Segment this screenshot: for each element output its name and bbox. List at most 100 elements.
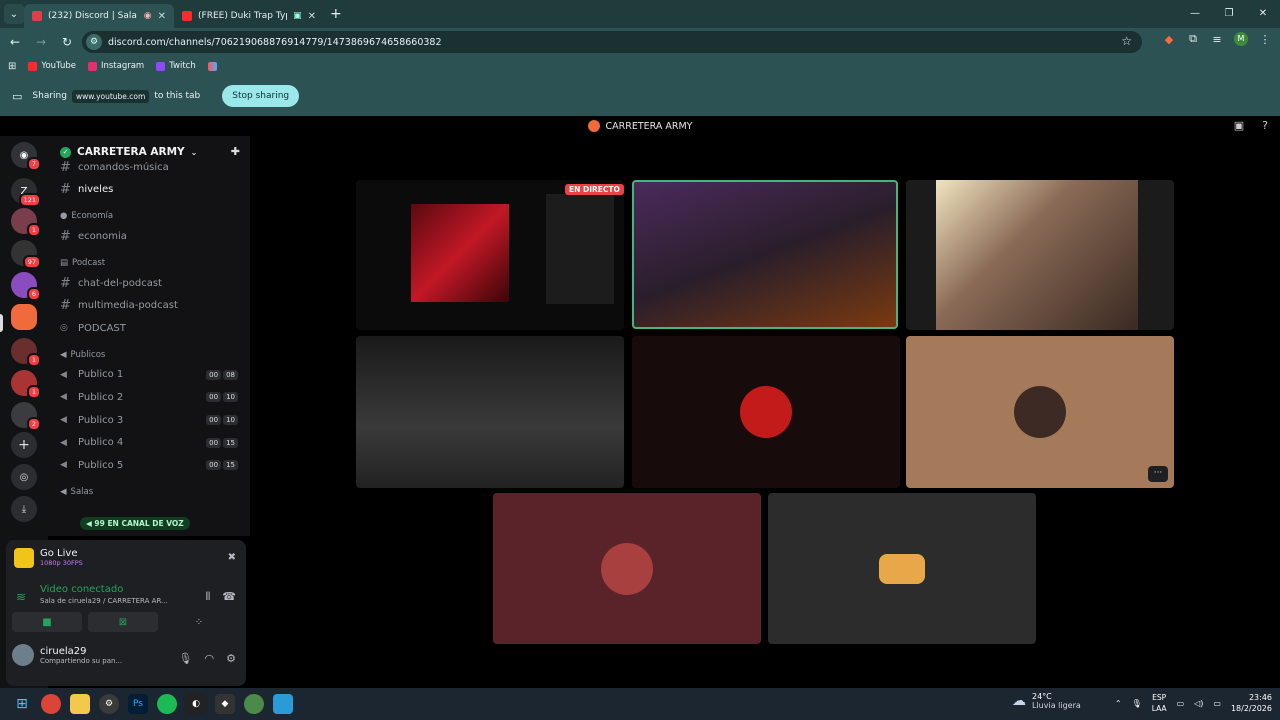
category-salas[interactable]: ◀ Salas xyxy=(48,477,250,501)
discover-icon[interactable]: ◎ xyxy=(11,464,37,490)
tab-search-icon[interactable]: ⌄ xyxy=(4,4,24,24)
back-icon[interactable]: ← xyxy=(4,35,26,49)
voice-channel-item[interactable]: ◀ Publico 3 00 10 xyxy=(48,409,250,432)
video-tile-avatar[interactable] xyxy=(632,336,900,488)
video-tile-avatar[interactable]: ··· xyxy=(906,336,1174,488)
camera-button[interactable]: ■ xyxy=(12,612,82,632)
close-tab-icon[interactable]: ✕ xyxy=(308,11,316,22)
tab-youtube[interactable]: (FREE) Duki Trap Type Beat ▣ ✕ xyxy=(174,4,324,28)
photoshop-icon[interactable]: Ps xyxy=(128,694,148,714)
bookmark-star-icon[interactable]: ☆ xyxy=(1121,34,1132,48)
bookmark-label: Twitch xyxy=(169,61,196,71)
voice-activity-chip[interactable]: ◀ 99 EN CANAL DE VOZ xyxy=(80,517,190,530)
server-icon[interactable]: 6 xyxy=(11,272,41,301)
voice-channel-item[interactable]: ◀ Publico 5 00 15 xyxy=(48,454,250,477)
more-options-icon[interactable]: ··· xyxy=(1148,466,1168,482)
new-tab-icon[interactable]: + xyxy=(330,6,342,22)
category-podcast[interactable]: ▤ Podcast xyxy=(48,248,250,272)
user-controls: 🎙 ◠ ⚙ xyxy=(179,652,236,665)
omnibox[interactable]: ⚙ discord.com/channels/70621906887691477… xyxy=(82,31,1142,53)
video-tile-speaking[interactable] xyxy=(632,180,898,329)
channel-item[interactable]: # niveles xyxy=(48,179,250,202)
extension-icon[interactable]: ◆ xyxy=(1162,33,1176,46)
chrome-icon[interactable] xyxy=(41,694,61,714)
video-tile[interactable] xyxy=(356,336,624,488)
bookmark-instagram[interactable]: Instagram xyxy=(87,61,145,71)
volume-icon[interactable]: ◁) xyxy=(1194,699,1203,708)
minimize-icon[interactable]: — xyxy=(1178,0,1212,28)
activities-button[interactable]: ⁘ xyxy=(164,612,234,632)
inbox-icon[interactable]: ▣ xyxy=(1234,119,1244,132)
signal-icon[interactable]: ≋ xyxy=(16,590,26,604)
app-icon[interactable]: ◆ xyxy=(215,694,235,714)
download-icon[interactable]: ⤓ xyxy=(11,496,37,522)
file-explorer-icon[interactable] xyxy=(70,694,90,714)
puzzle-icon[interactable]: ⧉ xyxy=(1186,32,1200,46)
discord-home-icon[interactable]: ◉ 7 xyxy=(11,142,41,171)
notepad-icon[interactable] xyxy=(273,694,293,714)
category-economia[interactable]: ● Economía xyxy=(48,201,250,225)
voice-channel-item[interactable]: ◀ Publico 1 00 08 xyxy=(48,364,250,387)
app-icon[interactable]: ⚙ xyxy=(99,694,119,714)
url-text[interactable]: discord.com/channels/706219068876914779/… xyxy=(108,37,442,48)
language-indicator[interactable]: ESP LAA xyxy=(1152,692,1167,714)
server-icon[interactable]: 1 xyxy=(11,208,41,237)
video-tile[interactable] xyxy=(906,180,1174,330)
server-icon[interactable]: 1 xyxy=(11,370,41,399)
stop-stream-icon[interactable]: ✖ xyxy=(228,552,236,563)
add-server-icon[interactable]: + xyxy=(11,432,37,458)
battery-icon[interactable]: ▭ xyxy=(1213,699,1221,708)
windows-start-icon[interactable]: ⊞ xyxy=(12,694,32,714)
capcut-icon[interactable]: ◐ xyxy=(186,694,206,714)
media-icon[interactable]: ≡ xyxy=(1210,33,1224,46)
video-tile-avatar[interactable] xyxy=(493,493,761,644)
disconnect-icon[interactable]: ☎ xyxy=(222,590,236,604)
channel-item[interactable]: # chat-del-podcast xyxy=(48,272,250,295)
voice-channel-item[interactable]: ◀ Publico 4 00 15 xyxy=(48,431,250,454)
server-icon[interactable]: 2 xyxy=(11,402,41,431)
reload-icon[interactable]: ↻ xyxy=(56,35,78,49)
weather-widget[interactable]: ☁ 24°C Lluvia ligera xyxy=(1012,692,1081,710)
server-icon-active[interactable] xyxy=(11,304,37,330)
bookmark-label: Instagram xyxy=(100,61,145,71)
settings-gear-icon[interactable]: ⚙ xyxy=(226,652,236,665)
microphone-icon[interactable]: 🎙 xyxy=(1132,699,1142,708)
channel-item[interactable]: # multimedia-podcast xyxy=(48,294,250,317)
headphones-icon[interactable]: ◠ xyxy=(205,652,215,665)
server-icon[interactable]: 1 xyxy=(11,338,41,367)
voice-channel-item[interactable]: ◀ Publico 2 00 10 xyxy=(48,386,250,409)
noise-suppression-icon[interactable]: ⦀ xyxy=(205,590,210,604)
chevron-up-icon[interactable]: ⌃ xyxy=(1115,699,1122,708)
spotify-icon[interactable] xyxy=(157,694,177,714)
screen-share-button[interactable]: ⊠ xyxy=(88,612,158,632)
server-icon[interactable]: Z 121 xyxy=(11,178,41,207)
close-tab-icon[interactable]: ✕ xyxy=(158,11,166,22)
stream-quality[interactable]: 1080p 30FPS xyxy=(40,559,83,567)
help-icon[interactable]: ? xyxy=(1262,119,1268,132)
tab-discord[interactable]: (232) Discord | Sala de... ◉ ✕ xyxy=(24,4,174,28)
video-tile-stream[interactable] xyxy=(356,180,624,330)
microphone-icon[interactable]: 🎙 xyxy=(179,652,193,665)
bookmark-other[interactable] xyxy=(207,61,217,71)
chrome-profile-icon[interactable] xyxy=(244,694,264,714)
restore-icon[interactable]: ❐ xyxy=(1212,0,1246,28)
clock[interactable]: 23:46 18/2/2026 xyxy=(1231,692,1272,714)
channel-item[interactable]: # economia xyxy=(48,225,250,248)
forward-icon[interactable]: → xyxy=(30,35,52,49)
category-publicos[interactable]: ◀ Publicos xyxy=(48,340,250,364)
network-icon[interactable]: ▭ xyxy=(1177,699,1185,708)
menu-icon[interactable]: ⋮ xyxy=(1258,33,1272,46)
site-info-icon[interactable]: ⚙ xyxy=(86,34,102,50)
video-tile-avatar[interactable] xyxy=(768,493,1036,644)
bookmark-twitch[interactable]: Twitch xyxy=(156,61,196,71)
connected-channel[interactable]: Sala de ciruela29 / CARRETERA AR... xyxy=(40,597,168,605)
stop-sharing-button[interactable]: Stop sharing xyxy=(222,85,300,107)
close-window-icon[interactable]: ✕ xyxy=(1246,0,1280,28)
server-icon[interactable]: 97 xyxy=(11,240,41,269)
stage-channel-item[interactable]: ◎ PODCAST xyxy=(48,317,250,340)
channel-item[interactable]: # comandos-música xyxy=(48,156,250,179)
bookmark-youtube[interactable]: YouTube xyxy=(28,61,76,71)
apps-grid-icon[interactable]: ⊞ xyxy=(8,61,16,72)
user-info[interactable]: ciruela29 Compartiendo su pan... xyxy=(12,644,122,666)
profile-avatar[interactable]: M xyxy=(1234,32,1248,46)
